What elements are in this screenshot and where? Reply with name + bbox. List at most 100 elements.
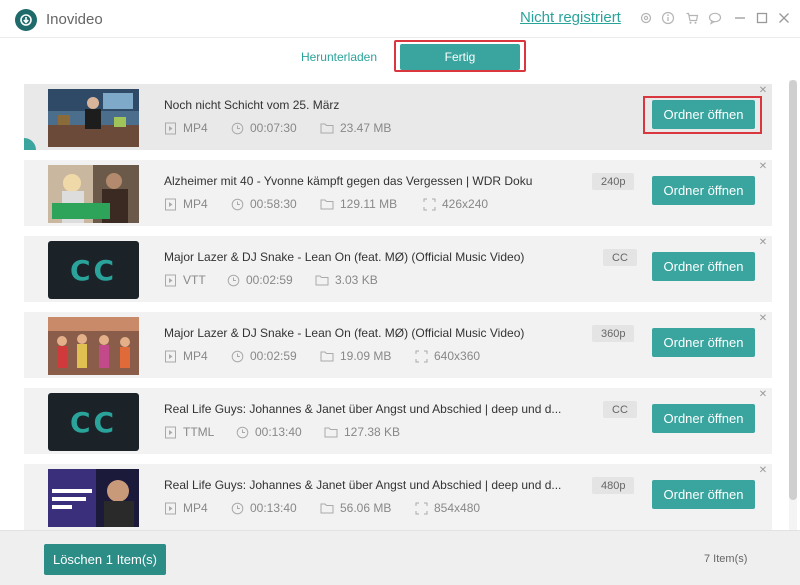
item-resolution: 854x480 — [434, 501, 481, 515]
remove-item-icon[interactable]: ✕ — [758, 86, 768, 96]
item-format: TTML — [183, 425, 215, 439]
duration-meta: 00:13:40 — [231, 501, 297, 515]
app-logo-icon — [15, 9, 37, 31]
item-duration: 00:02:59 — [250, 349, 297, 363]
item-format: MP4 — [183, 349, 208, 363]
open-folder-button[interactable]: Ordner öffnen — [652, 100, 755, 129]
item-title: Real Life Guys: Johannes & Janet über An… — [164, 478, 562, 492]
item-title: Noch nicht Schicht vom 25. März — [164, 98, 340, 112]
cc-mark: CC — [69, 253, 118, 287]
size-meta: 23.47 MB — [320, 121, 391, 135]
open-folder-button[interactable]: Ordner öffnen — [652, 480, 755, 509]
item-title: Major Lazer & DJ Snake - Lean On (feat. … — [164, 326, 525, 340]
duration-meta: 00:13:40 — [236, 425, 302, 439]
settings-icon[interactable] — [637, 9, 655, 27]
list-item[interactable]: CC Real Life Guys: Johannes & Janet über… — [24, 388, 772, 454]
resolution-icon — [423, 198, 436, 210]
folder-icon — [315, 275, 329, 286]
quality-badge: 480p — [592, 477, 635, 494]
quality-badge: 240p — [592, 173, 635, 190]
format-meta: VTT — [164, 273, 206, 287]
folder-icon — [324, 427, 338, 438]
list-scrollbar[interactable] — [789, 80, 797, 530]
minimize-icon[interactable] — [731, 9, 749, 27]
resolution-meta: 640x360 — [415, 349, 480, 363]
item-size: 3.03 KB — [335, 273, 378, 287]
item-title: Major Lazer & DJ Snake - Lean On (feat. … — [164, 250, 525, 264]
video-thumbnail — [48, 165, 139, 223]
list-item[interactable]: Noch nicht Schicht vom 25. März MP4 00:0… — [24, 84, 772, 150]
duration-meta: 00:07:30 — [231, 121, 297, 135]
video-file-icon — [165, 122, 176, 134]
video-file-icon — [165, 350, 176, 362]
format-meta: MP4 — [164, 501, 208, 515]
video-thumbnail — [48, 317, 139, 375]
folder-icon — [320, 123, 334, 134]
finished-list: Noch nicht Schicht vom 25. März MP4 00:0… — [0, 80, 800, 530]
size-meta: 3.03 KB — [315, 273, 378, 287]
clock-icon — [231, 122, 244, 134]
quality-badge: CC — [603, 401, 637, 418]
remove-item-icon[interactable]: ✕ — [758, 390, 768, 400]
item-count: 7 Item(s) — [704, 553, 748, 565]
format-meta: MP4 — [164, 197, 208, 211]
chat-icon[interactable] — [706, 9, 724, 27]
subtitle-file-icon — [165, 426, 176, 438]
open-folder-button[interactable]: Ordner öffnen — [652, 252, 755, 281]
tab-done[interactable]: Fertig — [400, 44, 520, 70]
open-folder-button[interactable]: Ordner öffnen — [652, 176, 755, 205]
item-duration: 00:07:30 — [250, 121, 297, 135]
scrollbar-thumb[interactable] — [789, 80, 797, 500]
clock-icon — [236, 426, 249, 438]
format-meta: MP4 — [164, 121, 208, 135]
close-icon[interactable] — [775, 9, 793, 27]
maximize-icon[interactable] — [753, 9, 771, 27]
item-size: 19.09 MB — [340, 349, 392, 363]
info-icon[interactable] — [659, 9, 677, 27]
size-meta: 129.11 MB — [320, 197, 397, 211]
resolution-icon — [415, 502, 428, 514]
tab-download[interactable]: Herunterladen — [280, 44, 398, 70]
item-format: MP4 — [183, 501, 208, 515]
app-title: Inovideo — [46, 11, 103, 28]
cc-mark: CC — [69, 405, 118, 439]
list-item[interactable]: Real Life Guys: Johannes & Janet über An… — [24, 464, 772, 530]
register-link[interactable]: Nicht registriert — [520, 9, 621, 26]
item-title: Alzheimer mit 40 - Yvonne kämpft gegen d… — [164, 174, 533, 188]
item-format: VTT — [183, 273, 206, 287]
remove-item-icon[interactable]: ✕ — [758, 162, 768, 172]
clock-icon — [231, 198, 244, 210]
open-folder-button[interactable]: Ordner öffnen — [652, 404, 755, 433]
item-duration: 00:13:40 — [255, 425, 302, 439]
open-folder-button[interactable]: Ordner öffnen — [652, 328, 755, 357]
list-item[interactable]: CC Major Lazer & DJ Snake - Lean On (fea… — [24, 236, 772, 302]
resolution-meta: 854x480 — [415, 501, 480, 515]
title-bar: Inovideo Nicht registriert — [0, 0, 800, 38]
remove-item-icon[interactable]: ✕ — [758, 314, 768, 324]
list-item[interactable]: Major Lazer & DJ Snake - Lean On (feat. … — [24, 312, 772, 378]
cart-icon[interactable] — [683, 9, 701, 27]
item-duration: 00:02:59 — [246, 273, 293, 287]
duration-meta: 00:02:59 — [227, 273, 293, 287]
size-meta: 19.09 MB — [320, 349, 391, 363]
item-size: 127.38 KB — [344, 425, 401, 439]
video-thumbnail — [48, 89, 139, 147]
clock-icon — [231, 502, 244, 514]
format-meta: MP4 — [164, 349, 208, 363]
folder-icon — [320, 503, 334, 514]
subtitle-file-icon — [165, 274, 176, 286]
item-size: 56.06 MB — [340, 501, 392, 515]
delete-selected-button[interactable]: Löschen 1 Item(s) — [44, 544, 166, 575]
size-meta: 56.06 MB — [320, 501, 391, 515]
list-item[interactable]: Alzheimer mit 40 - Yvonne kämpft gegen d… — [24, 160, 772, 226]
remove-item-icon[interactable]: ✕ — [758, 466, 768, 476]
item-size: 23.47 MB — [340, 121, 392, 135]
selected-marker — [24, 138, 36, 150]
subtitle-thumbnail: CC — [48, 393, 139, 451]
item-size: 129.11 MB — [340, 197, 398, 211]
clock-icon — [227, 274, 240, 286]
remove-item-icon[interactable]: ✕ — [758, 238, 768, 248]
footer-bar: Löschen 1 Item(s) 7 Item(s) — [0, 530, 800, 585]
resolution-meta: 426x240 — [423, 197, 488, 211]
quality-badge: 360p — [592, 325, 635, 342]
